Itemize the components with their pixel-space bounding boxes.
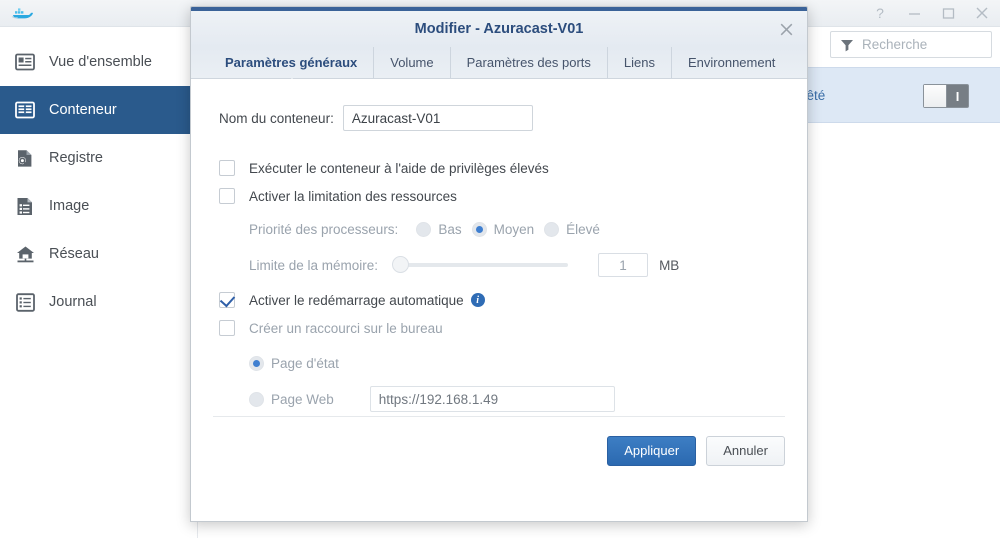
registry-icon bbox=[14, 147, 36, 169]
resource-limit-checkbox[interactable] bbox=[219, 188, 235, 204]
sidebar-item-label: Conteneur bbox=[49, 102, 117, 118]
tab-label: Volume bbox=[390, 55, 434, 70]
container-name-input[interactable]: Azuracast-V01 bbox=[342, 105, 533, 131]
dialog-footer: Appliquer Annuler bbox=[213, 416, 785, 484]
sidebar-item-label: Registre bbox=[49, 150, 103, 166]
shortcut-status-page-row: Page d'état bbox=[219, 348, 783, 378]
container-name-label: Nom du conteneur: bbox=[219, 110, 334, 126]
cpu-priority-high-radio[interactable] bbox=[544, 221, 560, 237]
shortcut-checkbox-row[interactable]: Créer un raccourci sur le bureau bbox=[219, 314, 783, 342]
privileged-label: Exécuter le conteneur à l'aide de privil… bbox=[249, 160, 549, 176]
tab-port-settings[interactable]: Paramètres des ports bbox=[451, 47, 608, 78]
web-url-input[interactable]: https://192.168.1.49 bbox=[369, 386, 615, 412]
power-toggle[interactable]: I bbox=[923, 84, 969, 108]
sidebar-item-label: Réseau bbox=[49, 246, 99, 262]
cpu-priority-low-radio[interactable] bbox=[416, 221, 432, 237]
cpu-priority-high-label: Élevé bbox=[566, 221, 600, 237]
privileged-checkbox-row[interactable]: Exécuter le conteneur à l'aide de privil… bbox=[219, 154, 783, 182]
status-page-radio[interactable] bbox=[249, 355, 264, 371]
edit-container-dialog: Modifier - Azuracast-V01 Paramètres géné… bbox=[190, 6, 808, 522]
log-icon bbox=[14, 291, 36, 313]
info-icon[interactable]: i bbox=[470, 293, 485, 307]
dialog-header: Modifier - Azuracast-V01 bbox=[191, 11, 807, 47]
auto-restart-label: Activer le redémarrage automatique bbox=[249, 292, 464, 308]
dialog-title: Modifier - Azuracast-V01 bbox=[414, 21, 584, 37]
sidebar-item-label: Image bbox=[49, 198, 90, 214]
memory-slider[interactable] bbox=[392, 256, 569, 273]
privileged-checkbox[interactable] bbox=[219, 160, 235, 176]
sidebar-item-log[interactable]: Journal bbox=[0, 278, 197, 326]
tab-links[interactable]: Liens bbox=[608, 47, 672, 78]
shortcut-label: Créer un raccourci sur le bureau bbox=[249, 320, 443, 336]
auto-restart-checkbox-row[interactable]: Activer le redémarrage automatique i bbox=[219, 286, 783, 314]
memory-value-input[interactable]: 1 bbox=[598, 253, 649, 277]
web-page-radio[interactable] bbox=[249, 391, 264, 407]
memory-unit-label: MB bbox=[659, 257, 680, 273]
shortcut-web-page-row: Page Web https://192.168.1.49 bbox=[219, 384, 783, 414]
auto-restart-checkbox[interactable] bbox=[219, 292, 235, 308]
apply-button[interactable]: Appliquer bbox=[607, 435, 697, 466]
docker-whale-icon bbox=[11, 6, 34, 22]
tab-label: Paramètres des ports bbox=[466, 55, 591, 70]
cpu-priority-medium-radio[interactable] bbox=[471, 221, 487, 237]
sidebar-item-registry[interactable]: Registre bbox=[0, 134, 197, 182]
container-name-row: Nom du conteneur: Azuracast-V01 bbox=[219, 105, 783, 131]
sidebar: Vue d'ensemble Conteneur Registre Image … bbox=[0, 27, 198, 538]
resource-limit-checkbox-row[interactable]: Activer la limitation des ressources bbox=[219, 182, 783, 210]
resource-limit-label: Activer la limitation des ressources bbox=[249, 188, 457, 204]
search-input[interactable]: Recherche bbox=[830, 31, 992, 58]
tab-label: Paramètres généraux bbox=[225, 55, 358, 70]
filter-funnel-icon bbox=[840, 38, 854, 52]
container-icon bbox=[14, 99, 36, 121]
status-page-label: Page d'état bbox=[271, 355, 339, 371]
tab-label: Environnement bbox=[687, 55, 776, 70]
help-button[interactable]: ? bbox=[870, 3, 890, 23]
tab-general-settings[interactable]: Paramètres généraux bbox=[209, 47, 375, 86]
toggle-glyph: I bbox=[955, 88, 960, 104]
overview-icon bbox=[14, 51, 36, 73]
image-icon bbox=[14, 195, 36, 217]
cpu-priority-low-label: Bas bbox=[438, 221, 462, 237]
toggle-knob bbox=[924, 85, 947, 107]
cancel-button[interactable]: Annuler bbox=[706, 435, 785, 466]
memory-slider-knob[interactable] bbox=[392, 256, 410, 273]
dialog-close-icon[interactable] bbox=[775, 18, 797, 40]
shortcut-checkbox[interactable] bbox=[219, 320, 235, 336]
sidebar-item-overview[interactable]: Vue d'ensemble bbox=[0, 38, 197, 86]
tab-volume[interactable]: Volume bbox=[374, 47, 451, 78]
sidebar-item-network[interactable]: Réseau bbox=[0, 230, 197, 278]
tab-label: Liens bbox=[623, 55, 655, 70]
web-page-label: Page Web bbox=[271, 391, 334, 407]
sidebar-item-image[interactable]: Image bbox=[0, 182, 197, 230]
dialog-body: Nom du conteneur: Azuracast-V01 Exécuter… bbox=[191, 79, 807, 484]
sidebar-item-label: Journal bbox=[49, 294, 97, 310]
tab-environment[interactable]: Environnement bbox=[672, 47, 791, 78]
dialog-tabs: Paramètres généraux Volume Paramètres de… bbox=[191, 47, 807, 86]
memory-limit-label: Limite de la mémoire: bbox=[249, 257, 379, 273]
sidebar-item-label: Vue d'ensemble bbox=[49, 54, 152, 70]
search-placeholder: Recherche bbox=[862, 37, 928, 52]
minimize-button[interactable] bbox=[904, 3, 924, 23]
window-controls: ? bbox=[870, 3, 992, 23]
cpu-priority-row: Priorité des processeurs: Bas Moyen Élev… bbox=[219, 214, 783, 244]
cpu-priority-medium-label: Moyen bbox=[493, 221, 535, 237]
network-icon bbox=[14, 243, 36, 265]
app-root: ? Vue d'ensemble Conteneur Registre Imag… bbox=[0, 0, 1000, 538]
close-button[interactable] bbox=[972, 3, 992, 23]
sidebar-item-container[interactable]: Conteneur bbox=[0, 86, 197, 134]
memory-limit-row: Limite de la mémoire: 1 MB bbox=[219, 250, 783, 280]
maximize-button[interactable] bbox=[938, 3, 958, 23]
cpu-priority-label: Priorité des processeurs: bbox=[249, 221, 399, 237]
